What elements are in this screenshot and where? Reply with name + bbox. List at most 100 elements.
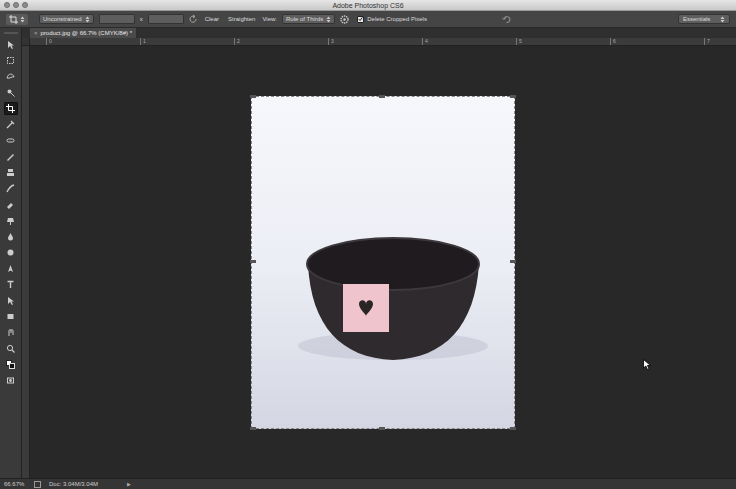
zoom-button[interactable] (22, 2, 28, 8)
panel-grip (4, 32, 18, 34)
tool-button[interactable] (4, 374, 18, 387)
tool-button[interactable] (4, 86, 18, 99)
tool-icon (6, 136, 15, 145)
close-button[interactable] (4, 2, 10, 8)
view-value: Rule of Thirds (286, 16, 323, 22)
tool-button[interactable] (4, 246, 18, 259)
height-field[interactable] (148, 14, 184, 24)
ruler-mark: 7 (704, 38, 736, 45)
tool-button[interactable] (4, 278, 18, 291)
tool-button[interactable] (4, 230, 18, 243)
tool-button[interactable] (4, 262, 18, 275)
ruler-mark: 4 (422, 38, 516, 45)
settings-button[interactable] (340, 15, 349, 24)
crop-handle[interactable] (510, 95, 516, 98)
crop-handle[interactable] (510, 260, 516, 263)
ruler-mark: 2 (234, 38, 328, 45)
tool-button[interactable] (4, 54, 18, 67)
tool-button[interactable] (4, 182, 18, 195)
document-tab[interactable]: ×product.jpg @ 66.7% (CMYK/8#) * (30, 28, 136, 38)
crop-handle[interactable] (379, 427, 385, 430)
crop-handle[interactable] (250, 427, 256, 430)
tool-button[interactable] (4, 198, 18, 211)
info-icon (34, 481, 41, 488)
product-photo (251, 96, 515, 429)
zoom-level[interactable]: 66.67% (4, 481, 26, 487)
tool-icon (6, 152, 15, 161)
ruler-scale: 0 1 2345 6 7 (30, 38, 736, 45)
tool-button[interactable] (4, 102, 18, 115)
tool-icon (6, 56, 15, 65)
workspace-dropdown[interactable]: Essentials (678, 14, 730, 24)
clear-button[interactable]: Clear (203, 16, 221, 22)
tool-button[interactable] (4, 342, 18, 355)
crop-handle[interactable] (250, 95, 256, 98)
dropdown-arrows-icon (326, 16, 331, 23)
crop-box[interactable] (251, 96, 515, 429)
view-dropdown[interactable]: Rule of Thirds (282, 14, 335, 24)
dropdown-arrows-icon (720, 16, 725, 23)
view-label: View: (262, 16, 277, 22)
crop-icon (9, 15, 18, 24)
tool-icon (6, 88, 15, 97)
tool-icon (6, 360, 15, 369)
tool-button[interactable] (4, 70, 18, 83)
tool-button[interactable] (4, 310, 18, 323)
tool-button[interactable] (4, 150, 18, 163)
tool-icon (6, 296, 15, 305)
mouse-cursor (643, 359, 651, 370)
ruler-mark: 6 (610, 38, 704, 45)
workspace-label: Essentials (683, 16, 710, 22)
canvas (30, 46, 736, 478)
tool-icon (6, 376, 15, 385)
tool-icon (6, 200, 15, 209)
crop-handle[interactable] (250, 260, 256, 263)
ruler-label: 0 (49, 38, 52, 44)
tool-icon (6, 312, 15, 321)
tool-preset-picker[interactable] (6, 14, 28, 25)
dimension-separator: x (140, 16, 143, 22)
ruler-label: 1 (143, 38, 146, 44)
tool-button[interactable] (4, 38, 18, 51)
tools-panel (0, 28, 22, 478)
tool-icon (6, 328, 15, 337)
tool-icon (6, 216, 15, 225)
tab-close-button[interactable]: × (34, 30, 38, 36)
tool-button[interactable] (4, 326, 18, 339)
ruler-corner (22, 38, 30, 45)
ruler-label: 7 (707, 38, 710, 44)
straighten-button[interactable]: Straighten (226, 16, 257, 22)
status-menu-button[interactable]: ▶ (127, 482, 131, 487)
delete-cropped-label: Delete Cropped Pixels (367, 16, 427, 22)
tool-icon (6, 168, 15, 177)
checkmark-icon (358, 16, 363, 22)
ruler-label: 6 (613, 38, 616, 44)
tool-button[interactable] (4, 118, 18, 131)
tool-button[interactable] (4, 294, 18, 307)
swap-button[interactable] (189, 15, 198, 24)
tool-icon (6, 120, 15, 129)
tab-row: ×product.jpg @ 66.7% (CMYK/8#) * (22, 28, 736, 38)
tool-icon (6, 280, 15, 289)
document-area: ×product.jpg @ 66.7% (CMYK/8#) *0 1 2345 6 7 (22, 28, 736, 478)
crop-handle[interactable] (510, 427, 516, 430)
ruler-label: 5 (519, 38, 522, 44)
cursor-icon (643, 359, 651, 370)
minimize-button[interactable] (13, 2, 19, 8)
bowl-picture (251, 96, 515, 429)
width-field[interactable] (99, 14, 135, 24)
tool-button[interactable] (4, 166, 18, 179)
delete-cropped-checkbox[interactable] (357, 16, 364, 23)
tool-button[interactable] (4, 358, 18, 371)
ratio-dropdown[interactable]: Unconstrained (39, 14, 94, 24)
doc-size: Doc: 3.04M/3.04M (49, 481, 119, 487)
reset-button[interactable] (502, 15, 511, 24)
delete-cropped-option[interactable]: Delete Cropped Pixels (357, 16, 427, 23)
crop-handle[interactable] (379, 95, 385, 98)
tool-icon (6, 184, 15, 193)
tool-button[interactable] (4, 214, 18, 227)
tool-button[interactable] (4, 134, 18, 147)
tool-icon (6, 248, 15, 257)
ruler-mark: 3 (328, 38, 422, 45)
canvas-row (22, 46, 736, 478)
